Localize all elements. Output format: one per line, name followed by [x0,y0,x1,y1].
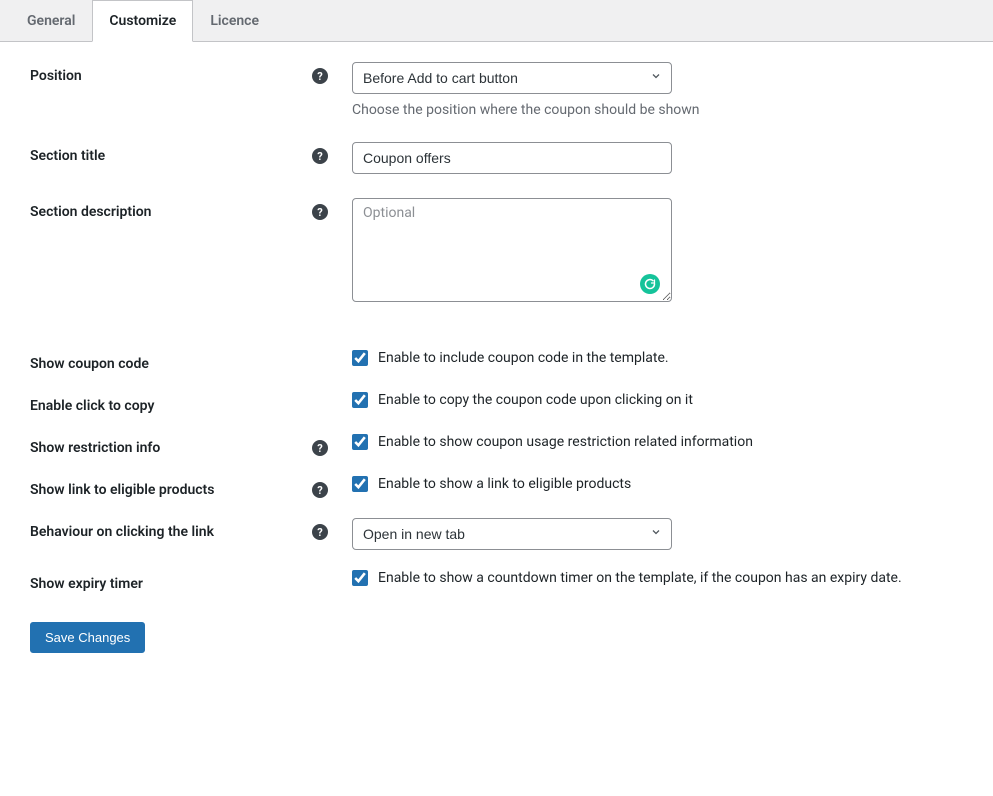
label-section-description: Section description [30,204,152,220]
position-select[interactable]: Before Add to cart button [352,62,672,94]
show-restriction-info-desc: Enable to show coupon usage restriction … [378,434,753,450]
help-icon[interactable]: ? [312,148,328,164]
tab-customize[interactable]: Customize [92,0,193,42]
behaviour-link-select[interactable]: Open in new tab [352,518,672,550]
help-icon[interactable]: ? [312,482,328,498]
row-enable-click-to-copy: Enable click to copy Enable to copy the … [30,392,963,414]
row-position: Position ? Before Add to cart button Cho… [30,62,963,118]
row-show-expiry-timer: Show expiry timer Enable to show a count… [30,570,963,592]
show-link-eligible-checkbox[interactable] [352,476,368,492]
settings-form: Position ? Before Add to cart button Cho… [0,42,993,673]
help-icon[interactable]: ? [312,204,328,220]
label-show-restriction-info: Show restriction info [30,440,160,456]
help-icon[interactable]: ? [312,524,328,540]
label-show-expiry-timer: Show expiry timer [30,576,143,592]
enable-click-to-copy-checkbox[interactable] [352,392,368,408]
label-position: Position [30,68,82,84]
help-icon[interactable]: ? [312,68,328,84]
section-title-input[interactable] [352,142,672,174]
show-expiry-timer-desc: Enable to show a countdown timer on the … [378,570,902,586]
show-expiry-timer-checkbox[interactable] [352,570,368,586]
enable-click-to-copy-desc: Enable to copy the coupon code upon clic… [378,392,693,408]
position-helper: Choose the position where the coupon sho… [352,102,963,118]
tab-general[interactable]: General [10,0,92,42]
show-restriction-info-checkbox[interactable] [352,434,368,450]
row-show-coupon-code: Show coupon code Enable to include coupo… [30,350,963,372]
label-enable-click-to-copy: Enable click to copy [30,398,154,414]
show-link-eligible-desc: Enable to show a link to eligible produc… [378,476,631,492]
row-behaviour-link: Behaviour on clicking the link ? Open in… [30,518,963,550]
label-behaviour-link: Behaviour on clicking the link [30,524,214,540]
row-section-description: Section description ? [30,198,963,306]
section-description-textarea[interactable] [352,198,672,302]
row-show-restriction-info: Show restriction info ? Enable to show c… [30,434,963,456]
tab-licence[interactable]: Licence [193,0,276,42]
row-section-title: Section title ? [30,142,963,174]
save-button[interactable]: Save Changes [30,622,145,653]
help-icon[interactable]: ? [312,440,328,456]
label-show-link-eligible: Show link to eligible products [30,482,214,498]
label-section-title: Section title [30,148,105,164]
show-coupon-code-desc: Enable to include coupon code in the tem… [378,350,669,366]
show-coupon-code-checkbox[interactable] [352,350,368,366]
label-show-coupon-code: Show coupon code [30,356,149,372]
row-show-link-eligible: Show link to eligible products ? Enable … [30,476,963,498]
tab-bar: General Customize Licence [0,0,993,42]
